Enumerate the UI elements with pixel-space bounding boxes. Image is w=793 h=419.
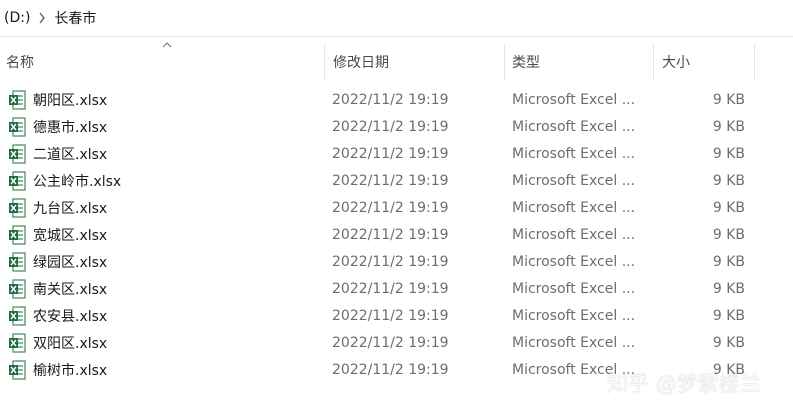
file-name: 德惠市.xlsx xyxy=(33,119,108,136)
file-modified: 2022/11/2 19:19 xyxy=(332,118,449,135)
file-row[interactable]: 公主岭市.xlsx 2022/11/2 19:19 Microsoft Exce… xyxy=(0,167,793,194)
column-header-size-label: 大小 xyxy=(662,55,690,71)
file-size: 9 KB xyxy=(712,334,745,351)
column-header-size[interactable]: 大小 xyxy=(662,44,752,80)
excel-file-icon xyxy=(9,144,26,163)
column-divider[interactable] xyxy=(653,44,654,80)
file-size: 9 KB xyxy=(712,172,745,189)
file-modified: 2022/11/2 19:19 xyxy=(332,226,449,243)
file-name: 朝阳区.xlsx xyxy=(33,92,108,109)
file-modified: 2022/11/2 19:19 xyxy=(332,199,449,216)
file-row[interactable]: 德惠市.xlsx 2022/11/2 19:19 Microsoft Excel… xyxy=(0,113,793,140)
file-type: Microsoft Excel ... xyxy=(512,172,636,189)
file-modified: 2022/11/2 19:19 xyxy=(332,307,449,324)
breadcrumb-item-drive[interactable]: (D:) xyxy=(0,10,34,26)
column-header-type[interactable]: 类型 xyxy=(512,44,652,80)
file-row[interactable]: 绿园区.xlsx 2022/11/2 19:19 Microsoft Excel… xyxy=(0,248,793,275)
file-modified: 2022/11/2 19:19 xyxy=(332,334,449,351)
file-modified: 2022/11/2 19:19 xyxy=(332,91,449,108)
column-header-type-label: 类型 xyxy=(512,55,540,71)
file-size: 9 KB xyxy=(712,145,745,162)
chevron-right-icon[interactable] xyxy=(34,12,50,24)
file-row[interactable]: 宽城区.xlsx 2022/11/2 19:19 Microsoft Excel… xyxy=(0,221,793,248)
column-divider[interactable] xyxy=(504,44,505,80)
file-name: 宽城区.xlsx xyxy=(33,227,108,244)
excel-file-icon xyxy=(9,90,26,109)
file-row[interactable]: 南关区.xlsx 2022/11/2 19:19 Microsoft Excel… xyxy=(0,275,793,302)
file-row[interactable]: 农安县.xlsx 2022/11/2 19:19 Microsoft Excel… xyxy=(0,302,793,329)
excel-file-icon xyxy=(9,225,26,244)
file-name-cell: 德惠市.xlsx xyxy=(8,113,107,140)
file-modified: 2022/11/2 19:19 xyxy=(332,172,449,189)
file-name-cell: 南关区.xlsx xyxy=(8,275,107,302)
breadcrumb-item-folder[interactable]: 长春市 xyxy=(50,8,100,28)
file-row[interactable]: 九台区.xlsx 2022/11/2 19:19 Microsoft Excel… xyxy=(0,194,793,221)
file-modified: 2022/11/2 19:19 xyxy=(332,280,449,297)
file-name-cell: 宽城区.xlsx xyxy=(8,221,107,248)
file-modified: 2022/11/2 19:19 xyxy=(332,361,449,378)
file-name: 九台区.xlsx xyxy=(33,200,108,217)
file-type: Microsoft Excel ... xyxy=(512,226,636,243)
excel-file-icon xyxy=(9,360,26,379)
file-name: 农安县.xlsx xyxy=(33,308,108,325)
excel-file-icon xyxy=(9,252,26,271)
file-size: 9 KB xyxy=(712,253,745,270)
file-size: 9 KB xyxy=(712,307,745,324)
file-name-cell: 农安县.xlsx xyxy=(8,302,107,329)
file-name: 绿园区.xlsx xyxy=(33,254,108,271)
file-name-cell: 二道区.xlsx xyxy=(8,140,107,167)
column-header-name-label: 名称 xyxy=(6,55,34,71)
file-modified: 2022/11/2 19:19 xyxy=(332,253,449,270)
excel-file-icon xyxy=(9,117,26,136)
excel-file-icon xyxy=(9,333,26,352)
file-name-cell: 九台区.xlsx xyxy=(8,194,107,221)
file-type: Microsoft Excel ... xyxy=(512,199,636,216)
file-name: 南关区.xlsx xyxy=(33,281,108,298)
file-name-cell: 公主岭市.xlsx xyxy=(8,167,121,194)
file-name-cell: 双阳区.xlsx xyxy=(8,329,107,356)
file-size: 9 KB xyxy=(712,199,745,216)
column-divider[interactable] xyxy=(754,44,755,80)
file-size: 9 KB xyxy=(712,91,745,108)
column-header-name[interactable]: 名称 xyxy=(6,42,324,80)
file-name-cell: 榆树市.xlsx xyxy=(8,356,107,383)
file-row[interactable]: 双阳区.xlsx 2022/11/2 19:19 Microsoft Excel… xyxy=(0,329,793,356)
file-type: Microsoft Excel ... xyxy=(512,253,636,270)
file-size: 9 KB xyxy=(712,226,745,243)
file-row[interactable]: 朝阳区.xlsx 2022/11/2 19:19 Microsoft Excel… xyxy=(0,86,793,113)
file-row[interactable]: 二道区.xlsx 2022/11/2 19:19 Microsoft Excel… xyxy=(0,140,793,167)
column-header-modified-label: 修改日期 xyxy=(333,55,389,71)
column-header-modified[interactable]: 修改日期 xyxy=(333,44,503,80)
file-name: 双阳区.xlsx xyxy=(33,335,108,352)
file-type: Microsoft Excel ... xyxy=(512,145,636,162)
file-name: 公主岭市.xlsx xyxy=(33,173,122,190)
column-divider[interactable] xyxy=(324,44,325,80)
file-size: 9 KB xyxy=(712,118,745,135)
file-type: Microsoft Excel ... xyxy=(512,91,636,108)
file-name: 二道区.xlsx xyxy=(33,146,108,163)
file-name-cell: 绿园区.xlsx xyxy=(8,248,107,275)
excel-file-icon xyxy=(9,198,26,217)
excel-file-icon xyxy=(9,279,26,298)
file-size: 9 KB xyxy=(712,280,745,297)
sort-ascending-icon xyxy=(161,40,173,50)
file-type: Microsoft Excel ... xyxy=(512,334,636,351)
file-modified: 2022/11/2 19:19 xyxy=(332,145,449,162)
column-header-row: 名称 修改日期 类型 大小 xyxy=(0,42,793,80)
watermark: 知乎 @梦萦楼兰 xyxy=(607,372,761,396)
file-name-cell: 朝阳区.xlsx xyxy=(8,86,107,113)
file-type: Microsoft Excel ... xyxy=(512,118,636,135)
excel-file-icon xyxy=(9,306,26,325)
file-type: Microsoft Excel ... xyxy=(512,307,636,324)
breadcrumb: (D:) 长春市 xyxy=(0,0,793,37)
file-list: 朝阳区.xlsx 2022/11/2 19:19 Microsoft Excel… xyxy=(0,86,793,383)
file-type: Microsoft Excel ... xyxy=(512,280,636,297)
excel-file-icon xyxy=(9,171,26,190)
file-name: 榆树市.xlsx xyxy=(33,362,108,379)
